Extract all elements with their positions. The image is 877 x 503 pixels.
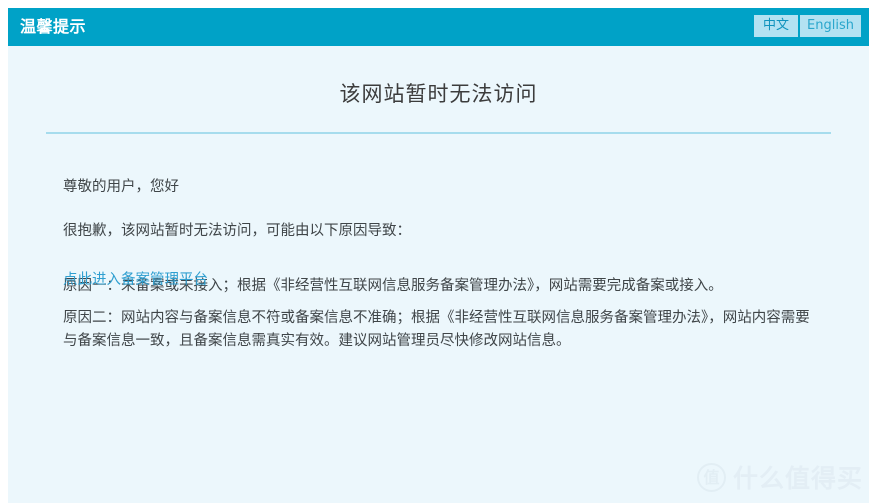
greeting-text: 尊敬的用户，您好 [63,179,179,195]
notice-content: 该网站暂时无法访问 尊敬的用户，您好 很抱歉，该网站暂时无法访问，可能由以下原因… [8,46,869,503]
page-title: 该网站暂时无法访问 [339,82,538,106]
watermark-text: 什么值得买 [732,464,863,493]
site-watermark: 值 什么值得买 [696,459,863,495]
language-switcher[interactable]: 中文 English [754,15,861,37]
header-title: 温馨提示 [20,17,87,36]
notice-page: 温馨提示 中文 English 该网站暂时无法访问 尊敬的用户，您好 很抱歉，该… [8,8,869,503]
notice-body: 尊敬的用户，您好 很抱歉，该网站暂时无法访问，可能由以下原因导致： 原因一：未备… [63,176,823,352]
intro-text: 很抱歉，该网站暂时无法访问，可能由以下原因导致： [63,223,411,240]
beian-portal-link[interactable]: 点此进入备案管理平台 [63,272,208,289]
reason-two-text: 原因二：网站内容与备案信息不符或备案信息不准确；根据《非经营性互联网信息服务备案… [63,310,810,349]
language-button-english[interactable]: English [800,15,861,37]
language-button-chinese[interactable]: 中文 [754,15,799,37]
page-header: 温馨提示 中文 English [8,8,869,46]
watermark-logo-icon: 值 [696,462,726,492]
title-divider [46,132,831,134]
portal-link-row: 点此进入备案管理平台 [63,268,208,289]
